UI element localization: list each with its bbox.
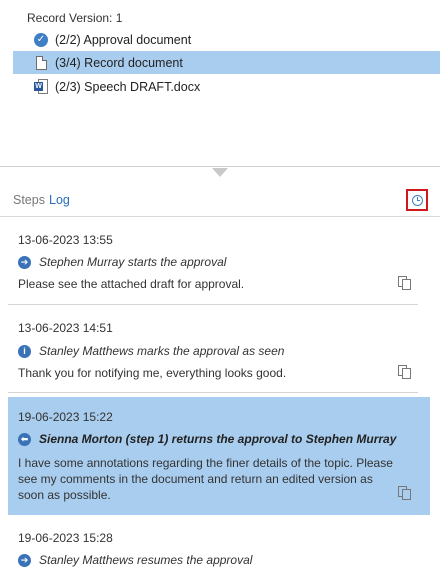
arrow-right-circle-icon: ➔ <box>18 255 31 269</box>
copy-icon[interactable] <box>398 486 412 500</box>
log-entry-message: Thank you for notifying me, everything l… <box>18 366 287 380</box>
record-item-label: (2/2) Approval document <box>55 32 192 47</box>
divider <box>8 304 418 305</box>
arrow-right-circle-icon: ➔ <box>18 553 31 567</box>
record-item-label: (2/3) Speech DRAFT.docx <box>55 79 201 94</box>
log-entry-date: 13-06-2023 13:55 <box>18 233 113 247</box>
collapse-arrow-icon[interactable] <box>212 168 228 177</box>
info-circle-icon: i <box>18 344 31 358</box>
history-button[interactable] <box>406 189 428 211</box>
log-entry-action-text: Stanley Matthews resumes the approval <box>39 553 253 567</box>
log-entry-action-text: Sienna Morton (step 1) returns the appro… <box>39 432 397 446</box>
record-item-record-document[interactable]: (3/4) Record document <box>13 51 440 74</box>
log-entry-date: 19-06-2023 15:22 <box>18 410 113 424</box>
tab-steps[interactable]: Steps <box>13 193 45 207</box>
check-circle-icon: ✓ <box>33 32 49 48</box>
log-entry: 19-06-2023 15:28 ➔ Stanley Matthews resu… <box>8 522 430 567</box>
tab-log[interactable]: Log <box>49 193 70 207</box>
copy-icon[interactable] <box>398 365 412 379</box>
record-version-label: Record Version: 1 <box>27 11 123 25</box>
arrow-left-circle-icon: ⬅ <box>18 432 31 446</box>
divider <box>8 392 418 393</box>
log-entry-action: ➔ Stanley Matthews resumes the approval <box>18 553 252 567</box>
log-entry-date: 19-06-2023 15:28 <box>18 531 113 545</box>
log-entry: 13-06-2023 13:55 ➔ Stephen Murray starts… <box>8 226 430 300</box>
document-icon <box>33 55 49 71</box>
log-entry-message: I have some annotations regarding the fi… <box>18 456 393 502</box>
log-entry-action: ⬅ Sienna Morton (step 1) returns the app… <box>18 432 396 446</box>
clock-icon <box>411 194 423 206</box>
log-entry-date: 13-06-2023 14:51 <box>18 321 113 335</box>
word-doc-icon: W <box>33 79 49 95</box>
divider <box>0 216 440 217</box>
log-entry-message: Please see the attached draft for approv… <box>18 277 245 291</box>
copy-icon[interactable] <box>398 276 412 290</box>
records-panel: Record Version: 1 ✓ (2/2) Approval docum… <box>0 0 440 166</box>
log-entry-action-text: Stanley Matthews marks the approval as s… <box>39 344 285 358</box>
record-item-label: (3/4) Record document <box>55 55 183 70</box>
log-entry: 13-06-2023 14:51 i Stanley Matthews mark… <box>8 315 430 389</box>
log-entry-action-text: Stephen Murray starts the approval <box>39 255 227 269</box>
log-entry-action: ➔ Stephen Murray starts the approval <box>18 255 226 269</box>
record-item-speech-draft[interactable]: W (2/3) Speech DRAFT.docx <box>13 75 440 98</box>
log-entry-action: i Stanley Matthews marks the approval as… <box>18 344 284 358</box>
record-item-approval-document[interactable]: ✓ (2/2) Approval document <box>13 28 440 51</box>
log-entry-selected: 19-06-2023 15:22 ⬅ Sienna Morton (step 1… <box>8 397 430 515</box>
panel-splitter[interactable] <box>0 166 440 167</box>
